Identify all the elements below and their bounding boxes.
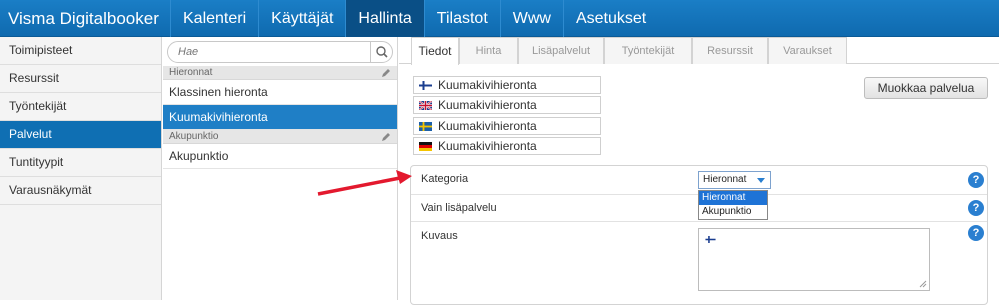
- annotation-arrow-icon: [317, 170, 412, 196]
- top-bar: Visma Digitalbooker Kalenteri Käyttäjät …: [0, 0, 999, 37]
- name-value: Kuumakivihieronta: [438, 78, 537, 92]
- tab-varaukset[interactable]: Varaukset: [768, 37, 847, 64]
- help-icon[interactable]: ?: [968, 172, 984, 188]
- group-title: Akupunktio: [169, 131, 219, 142]
- tab-lisapalvelut[interactable]: Lisäpalvelut: [518, 37, 604, 64]
- name-field-en[interactable]: Kuumakivihieronta: [413, 96, 601, 114]
- pencil-icon[interactable]: [381, 68, 391, 78]
- service-list-panel: Hieronnat Klassinen hieronta Kuumakivihi…: [163, 37, 398, 300]
- category-select[interactable]: Hieronnat: [698, 171, 771, 189]
- resize-handle-icon[interactable]: [919, 280, 927, 288]
- sidebar-item-tyontekijat[interactable]: Työntekijät: [0, 93, 161, 121]
- nav-item-kayttajat[interactable]: Käyttäjät: [258, 0, 345, 37]
- category-select-value: Hieronnat: [703, 174, 747, 185]
- sidebar-item-tuntityypit[interactable]: Tuntityypit: [0, 149, 161, 177]
- name-value: Kuumakivihieronta: [438, 139, 537, 153]
- search-button[interactable]: [370, 42, 392, 62]
- dropdown-option-hieronnat[interactable]: Hieronnat: [699, 191, 767, 205]
- app-title: Visma Digitalbooker: [8, 9, 159, 28]
- finland-flag-icon: [705, 236, 716, 243]
- main-nav: Kalenteri Käyttäjät Hallinta Tilastot Ww…: [170, 0, 658, 37]
- tab-tyontekijat[interactable]: Työntekijät: [604, 37, 692, 64]
- tab-hinta[interactable]: Hinta: [459, 37, 518, 64]
- sweden-flag-icon: [419, 122, 432, 131]
- nav-item-hallinta[interactable]: Hallinta: [345, 0, 424, 37]
- category-label: Kategoria: [421, 173, 469, 185]
- name-field-sv[interactable]: Kuumakivihieronta: [413, 117, 601, 135]
- list-item-kuumakivihieronta[interactable]: Kuumakivihieronta: [163, 105, 397, 130]
- finland-flag-icon: [419, 81, 432, 90]
- name-field-fi[interactable]: Kuumakivihieronta: [413, 76, 601, 94]
- sidebar: Toimipisteet Resurssit Työntekijät Palve…: [0, 37, 162, 300]
- search-input[interactable]: [178, 44, 368, 60]
- sidebar-item-resurssit[interactable]: Resurssit: [0, 65, 161, 93]
- nav-item-tilastot[interactable]: Tilastot: [423, 0, 500, 37]
- addon-only-label: Vain lisäpalvelu: [421, 202, 497, 214]
- group-header-akupunktio: Akupunktio: [163, 130, 397, 144]
- tab-resurssit[interactable]: Resurssit: [692, 37, 768, 64]
- service-form-panel: Kategoria Hieronnat ? Vain lisäpalvelu ?…: [410, 165, 988, 305]
- nav-item-kalenteri[interactable]: Kalenteri: [170, 0, 258, 37]
- search-bar: [163, 37, 397, 66]
- search-box: [167, 41, 393, 63]
- tab-tiedot[interactable]: Tiedot: [411, 37, 459, 65]
- nav-item-asetukset[interactable]: Asetukset: [562, 0, 658, 37]
- sidebar-item-palvelut[interactable]: Palvelut: [0, 121, 161, 149]
- list-item-klassinen-hieronta[interactable]: Klassinen hieronta: [163, 80, 397, 105]
- divider: [411, 221, 987, 222]
- name-field-de[interactable]: Kuumakivihieronta: [413, 137, 601, 155]
- nav-item-www[interactable]: Www: [499, 0, 563, 37]
- uk-flag-icon: [419, 101, 432, 110]
- description-label: Kuvaus: [421, 230, 458, 242]
- edit-service-button[interactable]: Muokkaa palvelua: [864, 77, 988, 99]
- tab-bar: Tiedot Hinta Lisäpalvelut Työntekijät Re…: [399, 37, 999, 65]
- list-item-akupunktio[interactable]: Akupunktio: [163, 144, 397, 169]
- help-icon[interactable]: ?: [968, 200, 984, 216]
- help-icon[interactable]: ?: [968, 225, 984, 241]
- pencil-icon[interactable]: [381, 132, 391, 142]
- group-title: Hieronnat: [169, 67, 213, 78]
- description-textarea[interactable]: [698, 228, 930, 291]
- search-icon: [376, 46, 388, 58]
- sidebar-item-varausnakymat[interactable]: Varausnäkymät: [0, 177, 161, 205]
- service-detail: Tiedot Hinta Lisäpalvelut Työntekijät Re…: [399, 37, 999, 305]
- dropdown-option-akupunktio[interactable]: Akupunktio: [699, 205, 767, 219]
- name-value: Kuumakivihieronta: [438, 119, 537, 133]
- germany-flag-icon: [419, 142, 432, 151]
- name-value: Kuumakivihieronta: [438, 98, 537, 112]
- group-header-hieronnat: Hieronnat: [163, 66, 397, 80]
- chevron-down-icon: [757, 178, 765, 183]
- category-dropdown-list: Hieronnat Akupunktio: [698, 190, 768, 220]
- sidebar-item-toimipisteet[interactable]: Toimipisteet: [0, 37, 161, 65]
